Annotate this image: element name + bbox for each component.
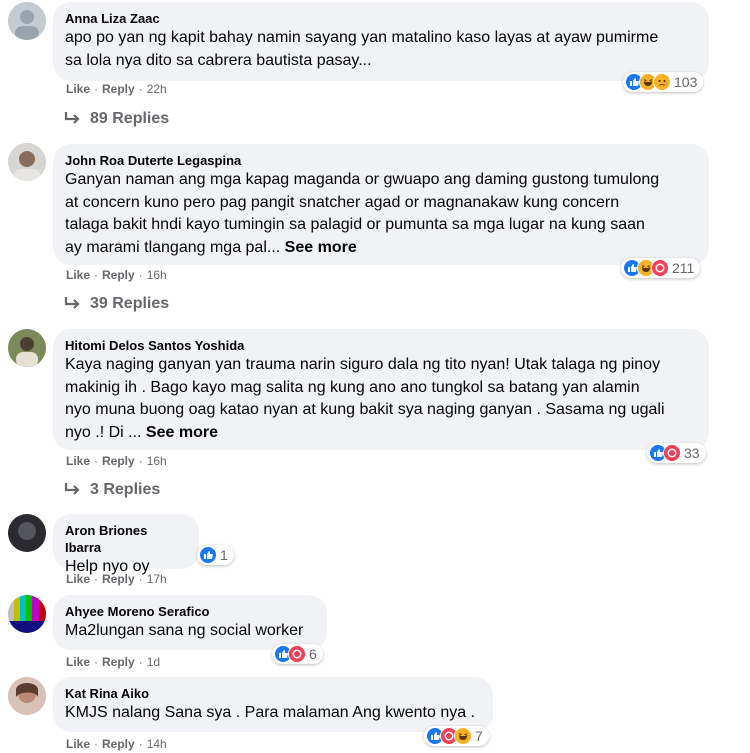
separator: ·: [94, 737, 99, 751]
separator: ·: [138, 82, 143, 96]
comment-text-line: talaga bakit hndi kayo tumingin sa palag…: [65, 216, 645, 233]
care-reaction-icon: [651, 259, 669, 277]
sad-reaction-icon: [653, 73, 671, 91]
comment-text-line: nyo .! Di ...: [65, 423, 142, 441]
reply-link[interactable]: Reply: [102, 572, 135, 586]
reply-arrow-icon: [64, 483, 80, 495]
like-link[interactable]: Like: [66, 655, 90, 669]
reaction-count: 103: [674, 74, 698, 90]
comment-text-line: apo po yan ng kapit bahay namin sayang y…: [65, 29, 659, 46]
comment-actions: Like · Reply · 17h: [66, 572, 167, 586]
reaction-count: 7: [475, 728, 483, 744]
comment-author[interactable]: John Roa Duterte Legaspina: [65, 152, 697, 169]
see-more-link[interactable]: See more: [146, 424, 218, 441]
see-more-link[interactable]: See more: [285, 239, 357, 256]
comment-text-line: Kaya naging ganyan yan trauma narin sigu…: [65, 356, 661, 373]
reactions-summary[interactable]: 7: [424, 726, 489, 746]
reactions-summary[interactable]: 211: [621, 258, 701, 278]
separator: ·: [94, 655, 99, 669]
comment-timestamp[interactable]: 14h: [147, 737, 167, 751]
reply-arrow-icon: [64, 297, 80, 309]
separator: ·: [138, 737, 143, 751]
reaction-count: 1: [220, 547, 228, 563]
reactions-summary[interactable]: 33: [647, 443, 706, 463]
comment-author[interactable]: Aron Briones Ibarra: [65, 522, 187, 556]
reply-link[interactable]: Reply: [102, 655, 135, 669]
avatar[interactable]: [8, 514, 46, 552]
replies-count-label: 39 Replies: [90, 295, 170, 312]
view-replies-link[interactable]: 89 Replies: [64, 110, 169, 128]
comment-author[interactable]: Hitomi Delos Santos Yoshida: [65, 337, 697, 354]
like-link[interactable]: Like: [66, 454, 90, 468]
replies-count-label: 3 Replies: [90, 481, 161, 498]
separator: ·: [94, 268, 99, 282]
comment-text-line: makinig ih . Bago kayo mag salita ng kun…: [65, 378, 640, 396]
comment-bubble: Hitomi Delos Santos Yoshida Kaya naging …: [53, 329, 709, 450]
comment-actions: Like · Reply · 14h: [66, 737, 167, 751]
comment-timestamp[interactable]: 17h: [147, 572, 167, 586]
separator: ·: [94, 454, 99, 468]
avatar[interactable]: [8, 143, 46, 181]
reply-link[interactable]: Reply: [102, 82, 135, 96]
reply-arrow-icon: [64, 112, 80, 124]
comment-text-line: nyo muna buong oag katao nyan at kung ba…: [65, 401, 665, 418]
comment-text-line: sa lola nya dito sa cabrera bautista pas…: [65, 51, 372, 69]
comment-actions: Like · Reply · 1d: [66, 655, 160, 669]
comment-text-line: at concern kuno pero pag pangit snatcher…: [65, 193, 620, 211]
comment-bubble: Kat Rina Aiko KMJS nalang Sana sya . Par…: [53, 677, 493, 732]
replies-count-label: 89 Replies: [90, 110, 170, 127]
comment-bubble: Anna Liza Zaac apo po yan ng kapit bahay…: [53, 2, 709, 81]
separator: ·: [138, 655, 143, 669]
reactions-summary[interactable]: 103: [623, 72, 704, 92]
haha-reaction-icon: [454, 727, 472, 745]
avatar[interactable]: [8, 677, 46, 715]
comment-author[interactable]: Ahyee Moreno Serafico: [65, 603, 315, 620]
reply-link[interactable]: Reply: [102, 454, 135, 468]
avatar[interactable]: [8, 595, 46, 633]
comment-text-line: KMJS nalang Sana sya . Para malaman Ang …: [65, 704, 476, 721]
comment-bubble: Ahyee Moreno Serafico Ma2lungan sana ng …: [53, 595, 327, 650]
reactions-summary[interactable]: 6: [272, 644, 323, 664]
view-replies-link[interactable]: 39 Replies: [64, 295, 169, 313]
comment-timestamp[interactable]: 16h: [147, 454, 167, 468]
comment-actions: Like · Reply · 16h: [66, 268, 167, 282]
comment-author[interactable]: Kat Rina Aiko: [65, 685, 481, 702]
separator: ·: [94, 82, 99, 96]
comment-text-line: Ganyan naman ang mga kapag maganda or gw…: [65, 171, 660, 188]
reaction-count: 211: [672, 260, 695, 276]
separator: ·: [138, 572, 143, 586]
care-reaction-icon: [663, 444, 681, 462]
reply-link[interactable]: Reply: [102, 268, 135, 282]
avatar[interactable]: [8, 2, 46, 40]
comment-bubble: Aron Briones Ibarra Help nyo oy: [53, 514, 199, 575]
comment-text-line: nyo .! Di ... See more: [65, 422, 697, 445]
avatar[interactable]: [8, 329, 46, 367]
like-link[interactable]: Like: [66, 737, 90, 751]
reactions-summary[interactable]: 1: [197, 545, 234, 565]
separator: ·: [94, 572, 99, 586]
comment-author[interactable]: Anna Liza Zaac: [65, 10, 697, 27]
care-reaction-icon: [288, 645, 306, 663]
comment-actions: Like · Reply · 22h: [66, 82, 167, 96]
comment-bubble: John Roa Duterte Legaspina Ganyan naman …: [53, 144, 709, 265]
like-link[interactable]: Like: [66, 268, 90, 282]
separator: ·: [138, 454, 143, 468]
comment-timestamp[interactable]: 16h: [147, 268, 167, 282]
view-replies-link[interactable]: 3 Replies: [64, 481, 160, 499]
comment-text-line: Ma2lungan sana ng social worker: [65, 622, 304, 639]
comment-actions: Like · Reply · 16h: [66, 454, 167, 468]
comment-text-line: ay marami tlangang mga pal...: [65, 238, 281, 256]
like-link[interactable]: Like: [66, 572, 90, 586]
comment-text-line: ay marami tlangang mga pal... See more: [65, 237, 697, 260]
reply-link[interactable]: Reply: [102, 737, 135, 751]
like-reaction-icon: [199, 546, 217, 564]
separator: ·: [138, 268, 143, 282]
comment-timestamp[interactable]: 22h: [147, 82, 167, 96]
reaction-count: 6: [309, 646, 317, 662]
reaction-count: 33: [684, 445, 700, 461]
comment-timestamp[interactable]: 1d: [147, 655, 160, 669]
like-link[interactable]: Like: [66, 82, 90, 96]
